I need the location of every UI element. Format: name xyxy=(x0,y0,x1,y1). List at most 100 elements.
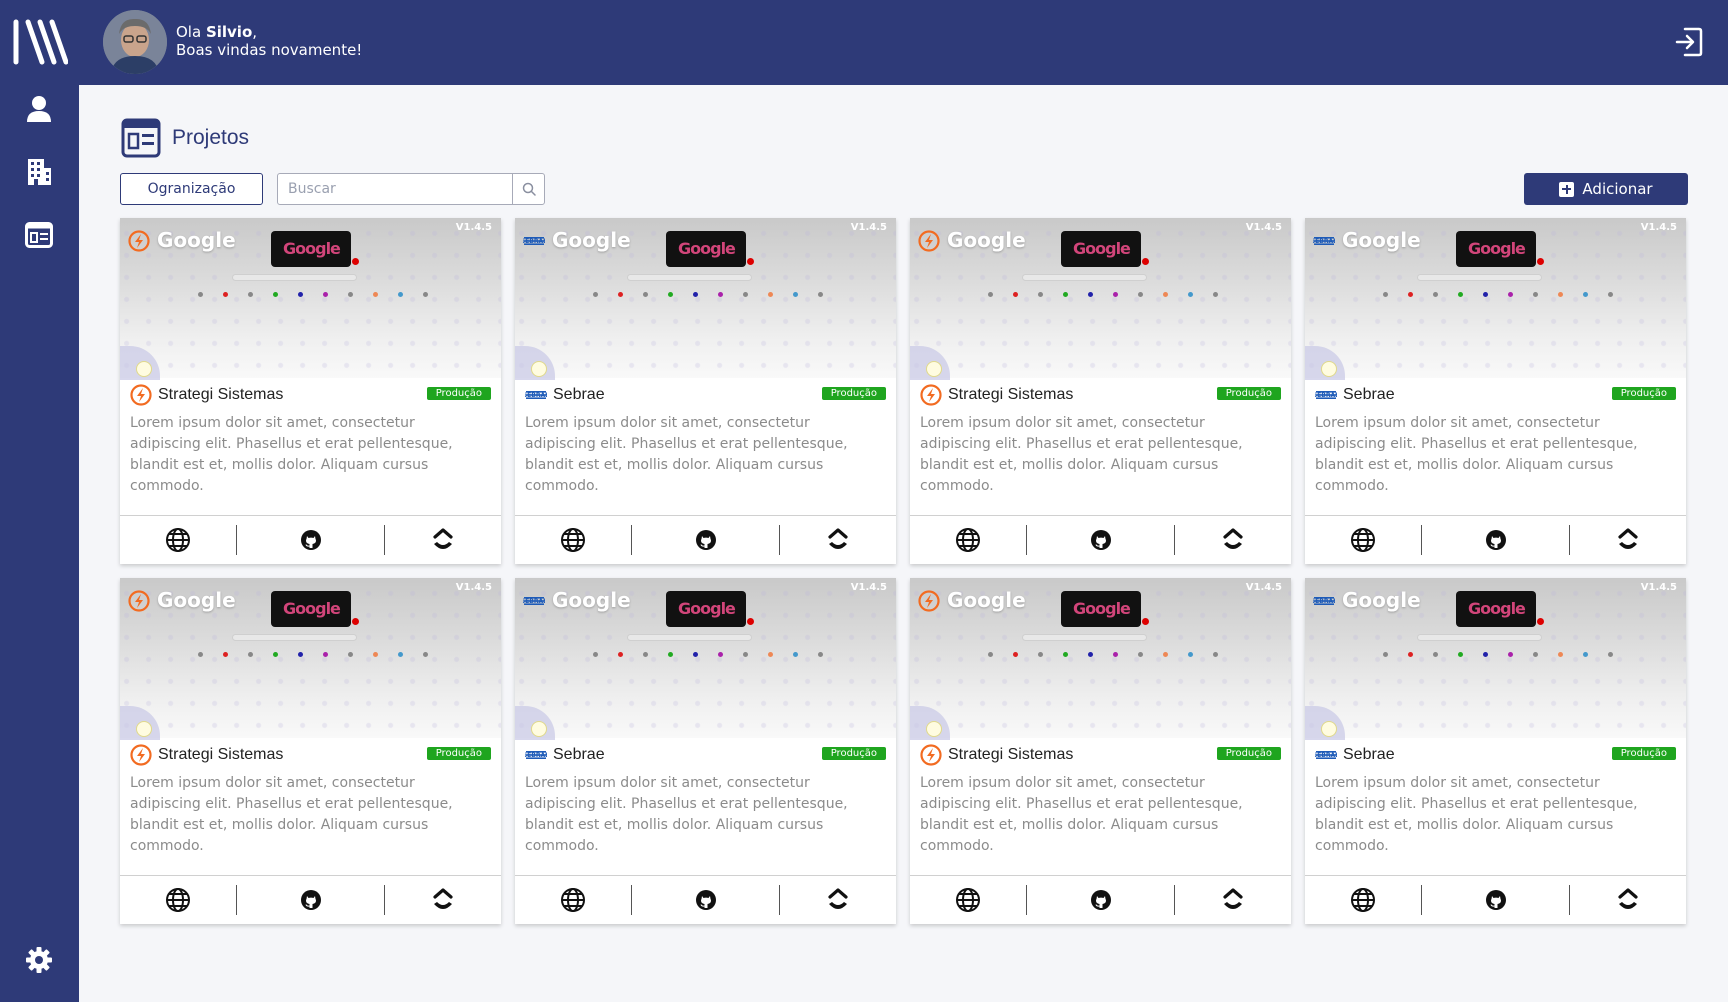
preview-title: Google xyxy=(1342,588,1421,612)
sidebar-item-organizations[interactable] xyxy=(22,155,56,189)
github-button[interactable] xyxy=(632,525,780,555)
github-button[interactable] xyxy=(1027,525,1175,555)
project-preview[interactable]: SEBRAE Google V1.4.5 Google xyxy=(1305,578,1686,740)
globe-icon xyxy=(166,528,190,552)
preview-shortcuts xyxy=(988,652,1218,658)
website-button[interactable] xyxy=(120,525,237,555)
website-button[interactable] xyxy=(910,525,1027,555)
project-card[interactable]: SEBRAE Google V1.4.5 Google SEBRAE Sebra… xyxy=(515,578,896,924)
github-button[interactable] xyxy=(1422,885,1570,915)
preview-search-bar xyxy=(232,634,357,641)
project-card[interactable]: SEBRAE Google V1.4.5 Google SEBRAE Sebra… xyxy=(515,218,896,564)
website-button[interactable] xyxy=(120,885,237,915)
project-card[interactable]: Google V1.4.5 Google Strategi Sistemas P… xyxy=(910,218,1291,564)
website-button[interactable] xyxy=(515,885,632,915)
website-button[interactable] xyxy=(1305,885,1422,915)
sidebar-item-users[interactable] xyxy=(22,92,56,126)
search-button[interactable] xyxy=(512,174,544,204)
clickup-icon xyxy=(1223,528,1243,549)
preview-title: Google xyxy=(157,588,236,612)
globe-icon xyxy=(166,888,190,912)
svg-text:SEBRAE: SEBRAE xyxy=(523,598,545,605)
clickup-button[interactable] xyxy=(780,525,896,555)
add-label: Adicionar xyxy=(1582,180,1653,198)
avatar[interactable] xyxy=(103,10,167,74)
notification-dot xyxy=(747,618,754,625)
github-icon xyxy=(1090,530,1111,550)
app-logo-icon[interactable] xyxy=(12,18,68,66)
github-button[interactable] xyxy=(1027,885,1175,915)
clickup-button[interactable] xyxy=(1175,885,1291,915)
website-button[interactable] xyxy=(1305,525,1422,555)
project-card[interactable]: Google V1.4.5 Google Strategi Sistemas P… xyxy=(120,218,501,564)
search-icon xyxy=(522,182,536,196)
preview-search-bar xyxy=(1417,634,1542,641)
doodle-image: Google xyxy=(271,231,351,267)
github-button[interactable] xyxy=(1422,525,1570,555)
clickup-button[interactable] xyxy=(1175,525,1291,555)
add-project-button[interactable]: Adicionar xyxy=(1524,173,1688,205)
preview-org-logo-icon xyxy=(918,590,940,612)
doodle-image: Google xyxy=(1061,231,1141,267)
preview-search-bar xyxy=(1022,274,1147,281)
strategi-logo-icon xyxy=(130,744,152,766)
github-button[interactable] xyxy=(237,525,385,555)
clickup-button[interactable] xyxy=(780,885,896,915)
github-button[interactable] xyxy=(632,885,780,915)
org-name: Strategi Sistemas xyxy=(158,386,284,403)
clickup-button[interactable] xyxy=(1570,885,1686,915)
project-card[interactable]: SEBRAE Google V1.4.5 Google SEBRAE Sebra… xyxy=(1305,218,1686,564)
search-input[interactable] xyxy=(278,174,512,204)
project-preview[interactable]: Google V1.4.5 Google xyxy=(120,218,501,380)
settings-button[interactable] xyxy=(22,943,56,977)
clickup-button[interactable] xyxy=(1570,525,1686,555)
preview-title: Google xyxy=(552,588,631,612)
website-button[interactable] xyxy=(910,885,1027,915)
org-row: SEBRAE Sebrae Produção xyxy=(523,744,886,766)
sebrae-logo-icon: SEBRAE xyxy=(523,384,549,406)
project-preview[interactable]: SEBRAE Google V1.4.5 Google xyxy=(515,578,896,740)
status-badge: Produção xyxy=(426,387,491,400)
sidebar-item-projects[interactable] xyxy=(22,218,56,252)
project-preview[interactable]: Google V1.4.5 Google xyxy=(120,578,501,740)
preview-search-bar xyxy=(627,634,752,641)
project-card[interactable]: Google V1.4.5 Google Strategi Sistemas P… xyxy=(910,578,1291,924)
project-preview[interactable]: SEBRAE Google V1.4.5 Google xyxy=(515,218,896,380)
organization-filter-button[interactable]: Ogranização xyxy=(120,173,263,205)
building-icon xyxy=(28,159,51,185)
preview-bulb xyxy=(926,361,942,377)
org-row: Strategi Sistemas Produção xyxy=(130,384,491,406)
status-badge: Produção xyxy=(1216,387,1281,400)
version-label: V1.4.5 xyxy=(1245,222,1282,233)
github-icon xyxy=(300,890,321,910)
project-card[interactable]: Google V1.4.5 Google Strategi Sistemas P… xyxy=(120,578,501,924)
doodle-image: Google xyxy=(1456,231,1536,267)
clickup-icon xyxy=(828,888,848,909)
github-icon xyxy=(1485,890,1506,910)
notification-dot xyxy=(1537,618,1544,625)
notification-dot xyxy=(1142,618,1149,625)
version-label: V1.4.5 xyxy=(1245,582,1282,593)
svg-text:SEBRAE: SEBRAE xyxy=(1313,598,1335,605)
doodle-image: Google xyxy=(1456,591,1536,627)
project-preview[interactable]: Google V1.4.5 Google xyxy=(910,578,1291,740)
website-button[interactable] xyxy=(515,525,632,555)
project-description: Lorem ipsum dolor sit amet, consectetur … xyxy=(525,775,848,854)
greeting-prefix: Ola xyxy=(176,23,206,41)
logout-icon[interactable] xyxy=(1674,26,1704,58)
version-label: V1.4.5 xyxy=(850,582,887,593)
card-actions xyxy=(910,875,1291,924)
project-card[interactable]: SEBRAE Google V1.4.5 Google SEBRAE Sebra… xyxy=(1305,578,1686,924)
plus-icon xyxy=(1559,181,1575,197)
github-button[interactable] xyxy=(237,885,385,915)
project-description: Lorem ipsum dolor sit amet, consectetur … xyxy=(920,415,1243,494)
github-icon xyxy=(695,890,716,910)
globe-icon xyxy=(561,888,585,912)
globe-icon xyxy=(1351,888,1375,912)
clickup-button[interactable] xyxy=(385,525,501,555)
clickup-button[interactable] xyxy=(385,885,501,915)
preview-shortcuts xyxy=(1383,652,1613,658)
project-preview[interactable]: Google V1.4.5 Google xyxy=(910,218,1291,380)
project-preview[interactable]: SEBRAE Google V1.4.5 Google xyxy=(1305,218,1686,380)
preview-search-bar xyxy=(1022,634,1147,641)
